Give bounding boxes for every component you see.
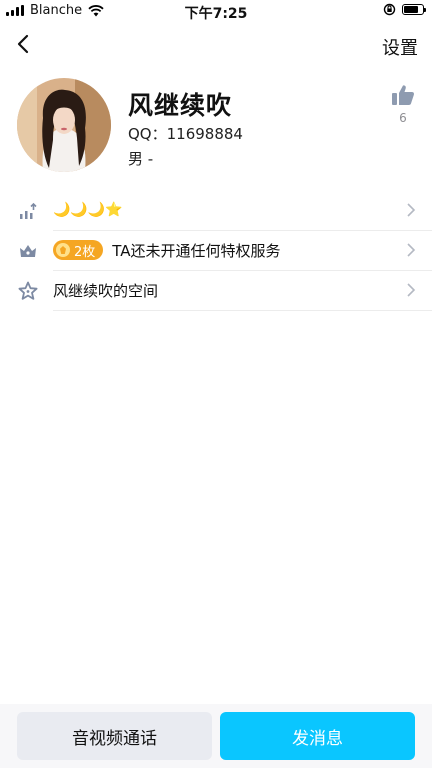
battery-icon <box>402 4 426 15</box>
info-list: 🌙🌙🌙⭐ 2枚 TA还未开通任何特权服务 风继续吹的空间 <box>0 190 432 311</box>
avatar-image <box>17 78 111 172</box>
star-icon <box>18 281 38 300</box>
rotation-lock-icon <box>383 3 396 16</box>
chevron-right-icon <box>407 283 416 297</box>
like-button[interactable]: 6 <box>390 84 416 125</box>
settings-button[interactable]: 设置 <box>382 34 418 60</box>
level-row-content: 🌙🌙🌙⭐ <box>53 190 432 231</box>
level-badges: 🌙🌙🌙⭐ <box>53 202 123 218</box>
privilege-row[interactable]: 2枚 TA还未开通任何特权服务 <box>0 230 432 271</box>
status-right <box>383 3 426 16</box>
space-link-text: 风继续吹的空间 <box>53 281 159 300</box>
crown-icon <box>20 245 36 257</box>
thumbs-up-icon <box>392 85 414 105</box>
chevron-right-icon <box>407 243 416 257</box>
profile-header: 风继续吹 QQ：11698884 男 - 6 <box>0 78 432 178</box>
privilege-row-content: 2枚 TA还未开通任何特权服务 <box>53 230 432 271</box>
like-count: 6 <box>399 111 407 125</box>
status-bar: Blanche 下午7:25 <box>0 0 432 22</box>
back-button[interactable] <box>10 30 40 60</box>
status-time: 下午7:25 <box>184 6 248 22</box>
nav-bar: 设置 <box>0 26 432 66</box>
space-row-content: 风继续吹的空间 <box>53 270 432 311</box>
profile-qq-number: QQ：11698884 <box>128 125 243 143</box>
battery-fill <box>404 6 419 13</box>
send-message-button[interactable]: 发消息 <box>220 712 415 760</box>
privilege-text: TA还未开通任何特权服务 <box>112 241 281 260</box>
profile-name: 风继续吹 <box>128 91 233 120</box>
level-up-icon <box>20 202 37 219</box>
profile-gender: 男 - <box>128 150 154 168</box>
level-row[interactable]: 🌙🌙🌙⭐ <box>0 190 432 231</box>
chevron-right-icon <box>407 203 416 217</box>
medal-count: 2枚 <box>74 244 96 260</box>
avatar[interactable] <box>17 78 111 172</box>
medal-icon <box>56 243 70 257</box>
bottom-action-bar: 音视频通话 发消息 <box>0 704 432 768</box>
chevron-left-icon <box>17 34 29 54</box>
video-call-button[interactable]: 音视频通话 <box>17 712 212 760</box>
medal-badge: 2枚 <box>53 240 104 260</box>
space-row[interactable]: 风继续吹的空间 <box>0 270 432 311</box>
